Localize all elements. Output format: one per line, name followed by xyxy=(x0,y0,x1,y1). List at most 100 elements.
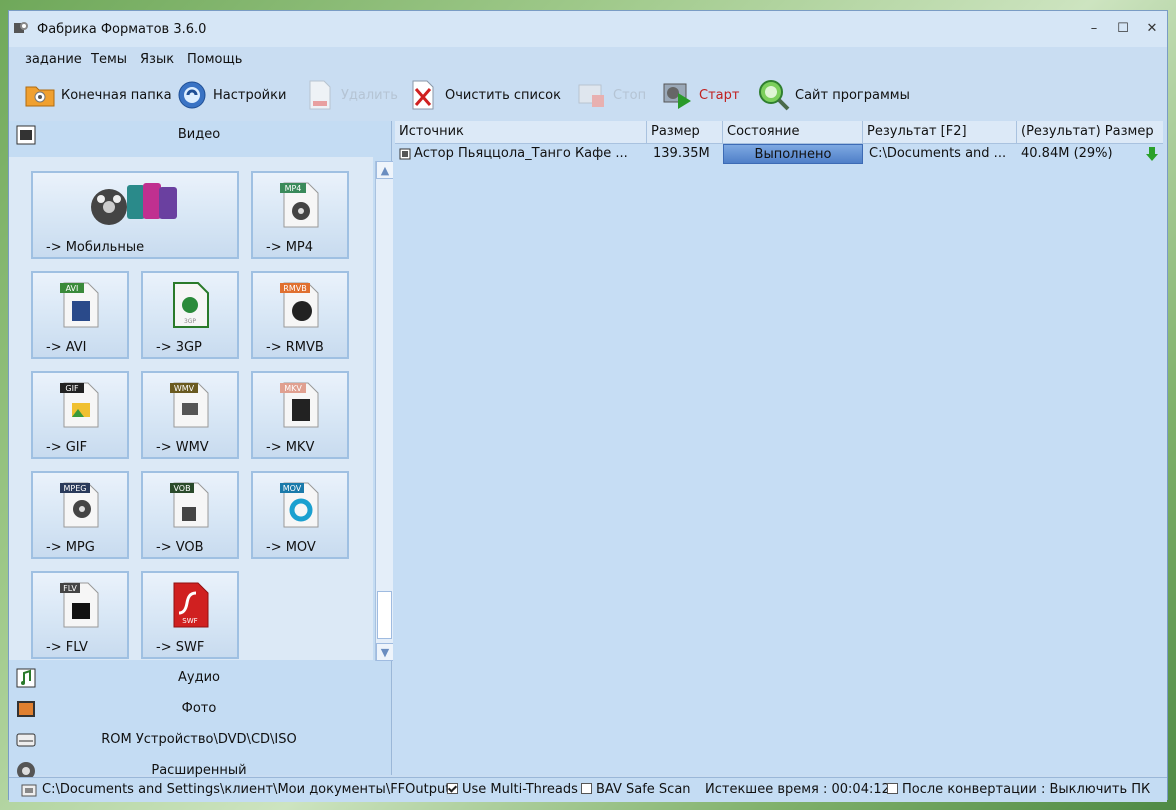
tile-mpg[interactable]: MPEG -> MPG xyxy=(31,471,129,559)
globe-search-icon xyxy=(757,78,791,112)
tile-mkv[interactable]: MKV -> MKV xyxy=(251,371,349,459)
col-result-size[interactable]: (Результат) Размер xyxy=(1017,121,1163,143)
menu-bar: задание Темы Язык Помощь xyxy=(9,49,1167,71)
after-conversion-label: После конвертации : Выключить ПК xyxy=(902,782,1151,797)
bav-option[interactable]: BAV Safe Scan xyxy=(581,782,691,797)
tile-gif[interactable]: GIF -> GIF xyxy=(31,371,129,459)
format-scrollbar[interactable]: ▲ ▼ xyxy=(375,161,394,661)
scroll-up-icon[interactable]: ▲ xyxy=(376,161,394,179)
avi-file-icon: AVI xyxy=(60,282,99,328)
tile-swf[interactable]: SWF -> SWF xyxy=(141,571,239,659)
after-conversion-option[interactable]: После конвертации : Выключить ПК xyxy=(887,782,1150,797)
tile-vob[interactable]: VOB -> VOB xyxy=(141,471,239,559)
task-list-panel: Источник Размер Состояние Результат [F2]… xyxy=(393,121,1165,775)
multithreads-checkbox[interactable] xyxy=(447,783,458,794)
website-button[interactable]: Сайт программы xyxy=(757,78,910,112)
start-label: Старт xyxy=(699,87,740,103)
category-photo[interactable]: Фото xyxy=(9,695,389,723)
col-size[interactable]: Размер xyxy=(647,121,723,143)
close-button[interactable]: ✕ xyxy=(1141,19,1163,39)
bav-checkbox[interactable] xyxy=(581,783,592,794)
menu-task[interactable]: задание xyxy=(25,52,82,67)
category-advanced-label: Расширенный xyxy=(151,763,247,778)
row-source-cell: Астор Пьяццола_Танго Кафе ... xyxy=(395,144,647,164)
tile-rmvb[interactable]: RMVB -> RMVB xyxy=(251,271,349,359)
tile-3gp-label: -> 3GP xyxy=(156,340,202,355)
website-label: Сайт программы xyxy=(795,87,910,103)
tile-swf-label: -> SWF xyxy=(156,640,205,655)
row-status-progress: Выполнено xyxy=(723,144,863,164)
col-status[interactable]: Состояние xyxy=(723,121,863,143)
tile-flv[interactable]: FLV -> FLV xyxy=(31,571,129,659)
svg-text:MPEG: MPEG xyxy=(64,484,87,493)
flv-file-icon: FLV xyxy=(60,582,99,628)
menu-language[interactable]: Язык xyxy=(140,52,174,67)
tile-mov-label: -> MOV xyxy=(266,540,316,555)
task-table-header: Источник Размер Состояние Результат [F2]… xyxy=(395,121,1163,144)
tile-mp4[interactable]: MP4 -> MP4 xyxy=(251,171,349,259)
output-folder-label: Конечная папка xyxy=(61,87,172,103)
tile-wmv[interactable]: WMV -> WMV xyxy=(141,371,239,459)
elapsed-time: Истекшее время : 00:04:12 xyxy=(705,782,890,797)
output-folder-button[interactable]: Конечная папка xyxy=(23,78,172,112)
scroll-thumb[interactable] xyxy=(377,591,392,639)
scroll-down-icon[interactable]: ▼ xyxy=(376,643,394,661)
tile-avi-label: -> AVI xyxy=(46,340,87,355)
start-button[interactable]: Старт xyxy=(661,78,739,112)
tile-avi[interactable]: AVI -> AVI xyxy=(31,271,129,359)
remove-button[interactable]: Удалить xyxy=(303,78,398,112)
svg-text:RMVB: RMVB xyxy=(283,284,306,293)
svg-text:3GP: 3GP xyxy=(184,318,196,325)
folder-icon xyxy=(23,78,57,112)
wmv-file-icon: WMV xyxy=(170,382,209,428)
row-result-size: 40.84M (29%) xyxy=(1021,146,1113,161)
after-conversion-checkbox[interactable] xyxy=(887,783,898,794)
start-icon xyxy=(661,78,695,112)
stop-button[interactable]: Стоп xyxy=(575,78,646,112)
tile-wmv-label: -> WMV xyxy=(156,440,209,455)
table-row[interactable]: Астор Пьяццола_Танго Кафе ... 139.35M Вы… xyxy=(395,144,1163,164)
svg-text:VOB: VOB xyxy=(173,484,190,493)
tile-mpg-label: -> MPG xyxy=(46,540,95,555)
multithreads-option[interactable]: Use Multi-Threads xyxy=(447,782,578,797)
down-arrow-icon xyxy=(1146,147,1158,161)
maximize-button[interactable]: ☐ xyxy=(1112,19,1134,39)
tile-mov[interactable]: MOV -> MOV xyxy=(251,471,349,559)
mobile-devices-icon xyxy=(91,183,177,225)
category-rom-label: ROM Устройство\DVD\CD\ISO xyxy=(101,732,297,747)
menu-themes[interactable]: Темы xyxy=(91,52,127,67)
category-video[interactable]: Видео xyxy=(9,121,389,149)
app-logo-icon xyxy=(14,22,28,33)
video-file-icon xyxy=(399,148,411,160)
minimize-button[interactable]: – xyxy=(1083,19,1105,39)
remove-icon xyxy=(303,78,337,112)
tile-3gp[interactable]: 3GP -> 3GP xyxy=(141,271,239,359)
status-bar: C:\Documents and Settings\клиент\Мои док… xyxy=(9,777,1167,802)
svg-text:MP4: MP4 xyxy=(285,184,302,193)
col-source[interactable]: Источник xyxy=(395,121,647,143)
mp4-file-icon: MP4 xyxy=(280,182,319,228)
rmvb-file-icon: RMVB xyxy=(280,282,319,328)
clear-list-label: Очистить список xyxy=(445,87,561,103)
category-rom[interactable]: ROM Устройство\DVD\CD\ISO xyxy=(9,726,389,754)
toolbar: Конечная папка Настройки Удалить Очистит… xyxy=(9,75,1167,115)
svg-text:AVI: AVI xyxy=(66,284,79,293)
svg-text:FLV: FLV xyxy=(63,584,77,593)
clear-list-button[interactable]: Очистить список xyxy=(407,78,561,112)
tile-vob-label: -> VOB xyxy=(156,540,204,555)
svg-text:SWF: SWF xyxy=(182,617,197,625)
clear-list-icon xyxy=(407,78,441,112)
mov-file-icon: MOV xyxy=(280,482,319,528)
category-audio[interactable]: Аудио xyxy=(9,664,389,692)
settings-button[interactable]: Настройки xyxy=(175,78,286,112)
col-result[interactable]: Результат [F2] xyxy=(863,121,1017,143)
category-audio-label: Аудио xyxy=(178,670,220,685)
tile-rmvb-label: -> RMVB xyxy=(266,340,324,355)
row-source: Астор Пьяццола_Танго Кафе ... xyxy=(414,146,628,161)
menu-help[interactable]: Помощь xyxy=(187,52,242,67)
tile-mobile[interactable]: -> Мобильные xyxy=(31,171,239,259)
tile-flv-label: -> FLV xyxy=(46,640,88,655)
vob-file-icon: VOB xyxy=(170,482,209,528)
output-path[interactable]: C:\Documents and Settings\клиент\Мои док… xyxy=(42,782,450,797)
3gp-file-icon: 3GP xyxy=(173,282,209,328)
